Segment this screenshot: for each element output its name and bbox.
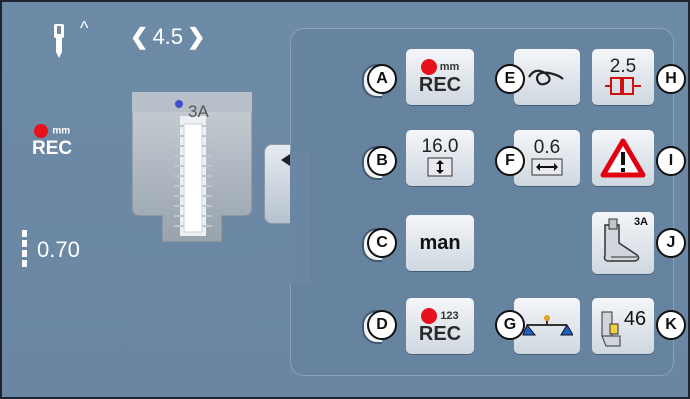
- warning-icon: [600, 138, 646, 178]
- rec-123-unit: 123: [440, 310, 459, 322]
- slit-width-value: 0.6: [533, 137, 561, 158]
- button-k-label: K: [656, 310, 686, 340]
- rec-label: REC: [32, 138, 73, 159]
- stitch-length-icon: [22, 230, 27, 270]
- foot-code-label: 3A: [188, 102, 209, 121]
- buttonhole-icon: [605, 77, 641, 95]
- button-d-label: D: [367, 310, 397, 340]
- foot-pressure-value: 46: [623, 307, 647, 330]
- stitch-width-value: 4.5: [152, 24, 184, 49]
- presser-foot-button[interactable]: 3A: [592, 212, 654, 274]
- button-b-label: B: [367, 146, 397, 176]
- stitch-length-control[interactable]: 0.70: [22, 230, 80, 270]
- stitch-width-control[interactable]: ❮ 4.5 ❯: [130, 24, 205, 50]
- rec-mm-button[interactable]: mm REC: [406, 49, 474, 105]
- knot-icon: [528, 69, 564, 86]
- stitch-length-value: 0.70: [37, 237, 80, 262]
- rec-unit: mm: [52, 125, 71, 137]
- foot-pressure-icon: [601, 311, 621, 347]
- rec-mm-unit: mm: [439, 61, 460, 73]
- button-c-label: C: [367, 228, 397, 258]
- presser-foot-code: 3A: [633, 216, 648, 228]
- needle-up-icon: ^: [80, 18, 89, 38]
- rec-123-label: REC: [418, 323, 462, 345]
- buttonhole-length-button[interactable]: 16.0: [406, 130, 474, 186]
- stitch-count-value: 2.5: [609, 56, 637, 77]
- rec-indicator: mm REC: [32, 122, 72, 158]
- warning-button[interactable]: [592, 130, 654, 186]
- record-dot-icon: [421, 308, 438, 324]
- record-dot-icon: [33, 123, 48, 138]
- button-f-label: F: [495, 146, 525, 176]
- button-a-label: A: [367, 64, 397, 94]
- rec-123-button[interactable]: 123 REC: [406, 298, 474, 354]
- stitch-count-button[interactable]: 2.5: [592, 49, 654, 105]
- manual-label: man: [419, 231, 461, 254]
- length-icon: [427, 157, 453, 177]
- button-e-label: E: [495, 64, 525, 94]
- needle-position-icon[interactable]: [50, 22, 72, 58]
- presser-foot-pressure-button[interactable]: 46: [592, 298, 654, 354]
- button-i-label: I: [656, 146, 686, 176]
- buttonhole-length-value: 16.0: [421, 136, 459, 157]
- screen: ^ ❮ 4.5 ❯ mm REC 0.70 3A mm REC A E 2.5 …: [0, 0, 690, 399]
- record-dot-icon: [420, 59, 437, 75]
- manual-button[interactable]: man: [406, 215, 474, 271]
- chevron-right-icon[interactable]: ❯: [187, 24, 205, 50]
- panel-notch: [290, 152, 310, 284]
- width-icon: [531, 158, 563, 176]
- button-h-label: H: [656, 64, 686, 94]
- button-g-label: G: [495, 310, 525, 340]
- rec-mm-label: REC: [418, 74, 462, 96]
- balance-icon: [522, 315, 573, 336]
- chevron-left-icon[interactable]: ❮: [130, 24, 148, 50]
- button-j-label: J: [656, 228, 686, 258]
